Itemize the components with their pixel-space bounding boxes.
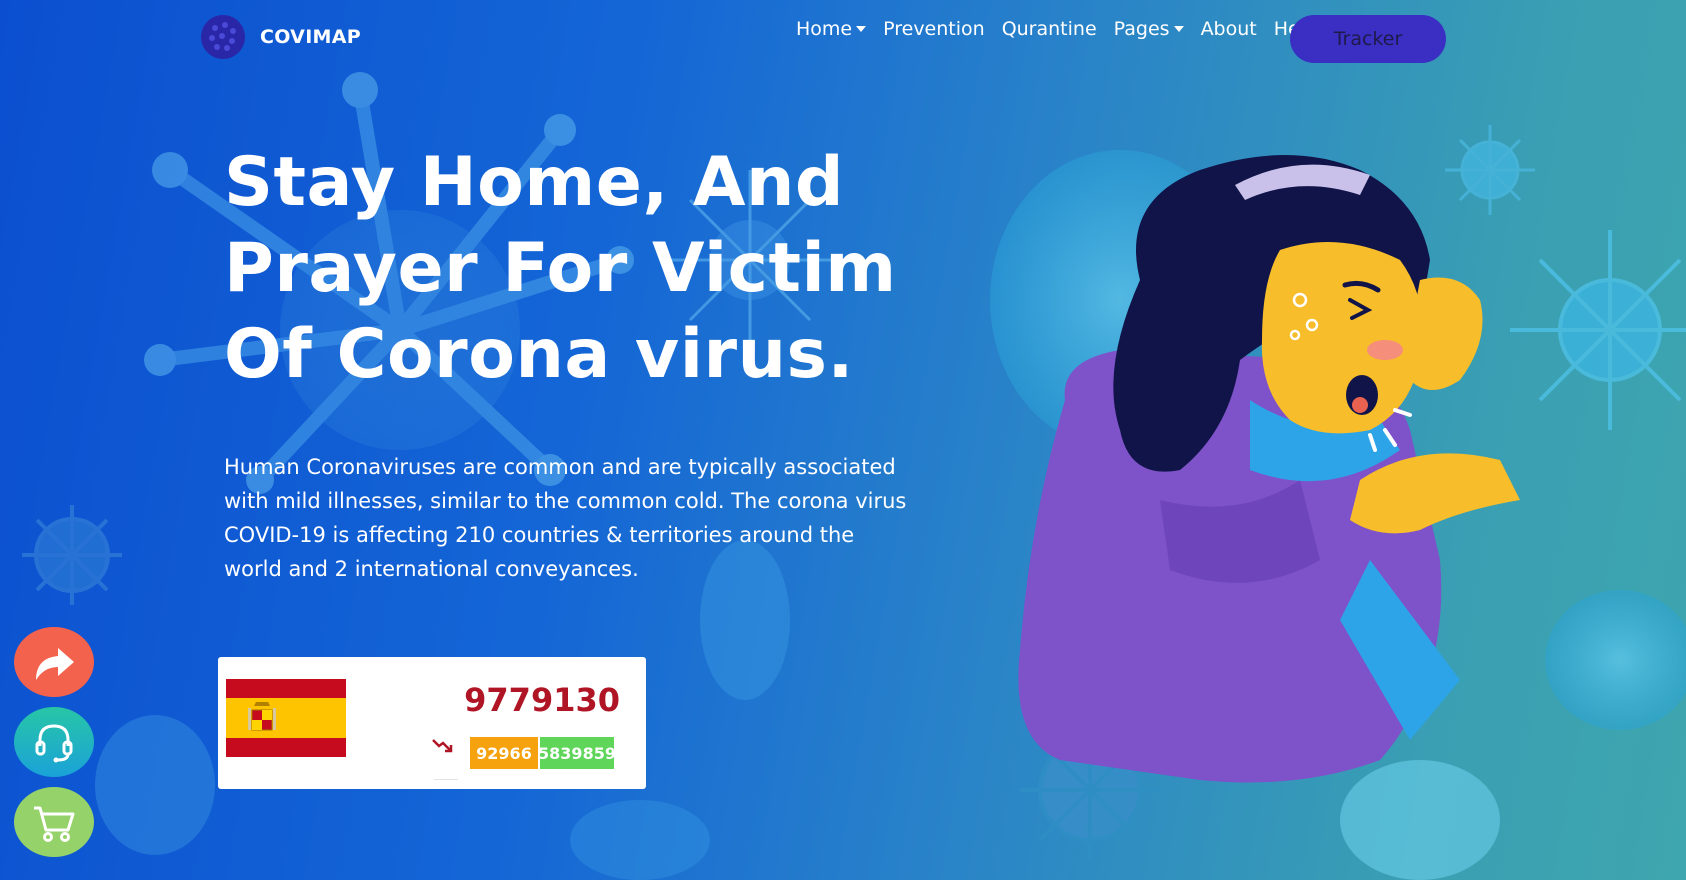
cart-icon (34, 806, 75, 842)
virus-logo-icon (201, 15, 245, 59)
brand-logo[interactable]: COVIMAP (200, 14, 361, 60)
headset-icon (35, 724, 73, 763)
nav-item-label: Home (796, 18, 853, 40)
nav-item-label: Prevention (883, 18, 985, 40)
brand-name: COVIMAP (260, 26, 361, 48)
nav-item-prevention[interactable]: Prevention (883, 18, 985, 40)
landing-page: COVIMAP Home Prevention Qurantine Pages … (0, 0, 1686, 880)
cart-button[interactable] (14, 787, 94, 857)
trending-down-icon (432, 739, 453, 753)
deaths-badge: 92966 (470, 737, 538, 769)
hero-title: Stay Home, And Prayer For Victim Of Coro… (224, 143, 897, 394)
nav-item-about[interactable]: About (1201, 18, 1257, 40)
nav-item-pages[interactable]: Pages (1114, 18, 1184, 40)
share-arrow-icon (36, 648, 74, 680)
caret-down-icon (1173, 26, 1184, 32)
caret-down-icon (856, 26, 867, 32)
nav-item-label: About (1200, 18, 1257, 40)
tracker-button[interactable]: Tracker (1290, 15, 1446, 63)
share-button[interactable] (14, 627, 94, 697)
nav-item-label: Qurantine (1001, 18, 1097, 40)
nav-item-label: Pages (1113, 18, 1170, 40)
hero-description: Human Coronaviruses are common and are t… (224, 455, 907, 581)
main-nav: Home Prevention Qurantine Pages About He… (796, 18, 1334, 40)
recovered-badge: 5839859 (538, 737, 616, 769)
nav-item-home[interactable]: Home (796, 18, 867, 40)
support-button[interactable] (14, 707, 94, 777)
nav-item-qurantine[interactable]: Qurantine (1002, 18, 1097, 40)
total-cases: 9779130 (464, 681, 620, 719)
country-stats-card[interactable]: 9779130 92966 5839859 (218, 657, 646, 789)
divider (434, 779, 458, 780)
spain-flag-icon (226, 679, 346, 757)
